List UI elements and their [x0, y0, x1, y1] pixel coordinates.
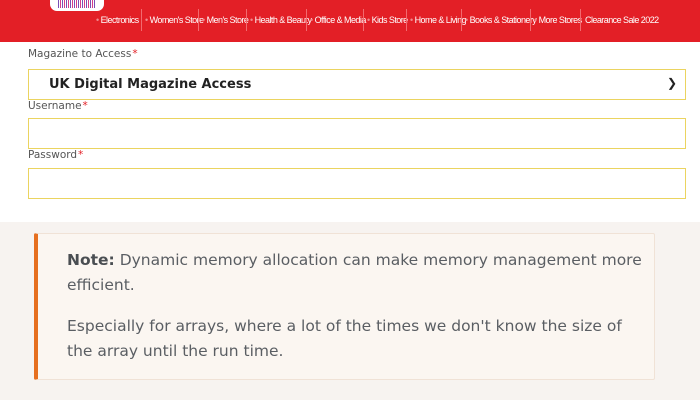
- password-input[interactable]: [28, 168, 686, 199]
- logo-barcode-icon: [58, 0, 96, 8]
- bullet-icon: •: [534, 15, 537, 25]
- nav-divider: [246, 9, 247, 31]
- nav-item-womens-store[interactable]: • Women's Store: [145, 11, 204, 29]
- nav-item-office-media[interactable]: • Office & Media: [310, 11, 366, 29]
- nav-divider: [530, 9, 531, 31]
- note-label: Note:: [67, 251, 115, 269]
- bullet-icon: •: [410, 15, 413, 25]
- bullet-icon: •: [145, 15, 148, 25]
- nav-item-books-stationery[interactable]: • Books & Stationery: [465, 11, 537, 29]
- required-marker: *: [132, 48, 138, 60]
- note-callout: Note: Dynamic memory allocation can make…: [34, 233, 655, 380]
- nav-item-mens-store[interactable]: • Men's Store: [202, 11, 249, 29]
- nav-divider: [461, 9, 462, 31]
- nav-divider: [580, 9, 581, 31]
- nav-item-home-living[interactable]: • Home & Living: [410, 11, 467, 29]
- bullet-icon: •: [310, 15, 313, 25]
- nav-divider: [198, 9, 199, 31]
- nav-divider: [306, 9, 307, 31]
- password-label: Password*: [28, 149, 84, 161]
- username-label: Username*: [28, 100, 88, 112]
- bullet-icon: •: [96, 15, 99, 25]
- username-input[interactable]: [28, 118, 686, 149]
- nav-item-kids-store[interactable]: • Kids Store: [367, 11, 408, 29]
- required-marker: *: [78, 149, 84, 161]
- magazine-access-form: Magazine to Access* UK Digital Magazine …: [0, 42, 700, 222]
- required-marker: *: [82, 100, 88, 112]
- nav-item-clearance-sale[interactable]: Clearance Sale 2022: [585, 11, 659, 29]
- note-paragraph-2: Especially for arrays, where a lot of th…: [67, 317, 622, 360]
- magazine-label: Magazine to Access*: [28, 48, 138, 60]
- bullet-icon: •: [367, 15, 370, 25]
- nav-divider: [141, 9, 142, 31]
- top-nav-bar: • Electronics • Women's Store • Men's Store…: [0, 0, 700, 42]
- nav-item-health-beauty[interactable]: • Health & Beauty: [250, 11, 312, 29]
- magazine-select[interactable]: UK Digital Magazine Access ❯: [28, 69, 686, 100]
- nav-item-electronics[interactable]: • Electronics: [96, 11, 139, 29]
- note-paragraph-1: Note: Dynamic memory allocation can make…: [67, 251, 642, 294]
- bullet-icon: •: [465, 15, 468, 25]
- nav-item-more-stores[interactable]: • More Stores: [534, 11, 582, 29]
- store-logo[interactable]: [50, 0, 104, 11]
- magazine-select-value: UK Digital Magazine Access: [49, 77, 252, 92]
- nav-divider: [363, 9, 364, 31]
- bullet-icon: •: [250, 15, 253, 25]
- bullet-icon: •: [202, 15, 205, 25]
- note-section: Note: Dynamic memory allocation can make…: [0, 222, 700, 400]
- chevron-down-icon: ❯: [666, 76, 677, 90]
- nav-divider: [406, 9, 407, 31]
